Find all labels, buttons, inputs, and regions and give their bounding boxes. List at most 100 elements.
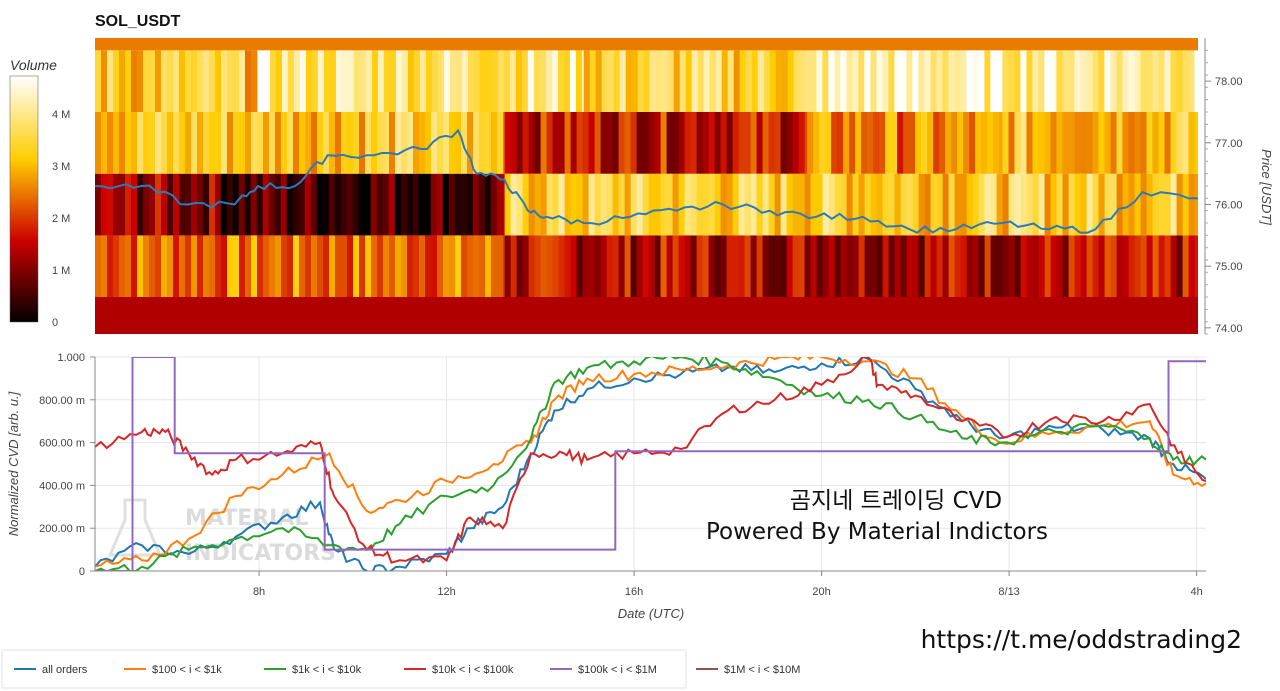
heatmap-cell <box>341 235 348 297</box>
heatmap-cell <box>1098 50 1105 112</box>
heatmap-cell <box>1182 50 1189 112</box>
heatmap-cell <box>413 297 420 334</box>
heatmap-cell <box>383 112 390 174</box>
heatmap-cell <box>1080 112 1088 174</box>
heatmap-cell <box>912 50 919 112</box>
heatmap-cell <box>1044 235 1052 297</box>
heatmap-cell <box>1002 50 1009 112</box>
heatmap-cell <box>689 38 696 51</box>
heatmap-cell <box>1146 235 1154 297</box>
heatmap-cell <box>503 38 510 51</box>
heatmap-cell <box>732 173 740 236</box>
heatmap-cell <box>965 297 972 334</box>
telegram-url[interactable]: https://t.me/oddstrading2 <box>921 625 1242 654</box>
legend-entry-label[interactable]: $1k < i < $10k <box>292 664 362 676</box>
heatmap-cell <box>828 50 835 112</box>
heatmap-cell <box>185 50 192 112</box>
heatmap-cell <box>774 235 782 297</box>
heatmap-cell <box>725 38 732 51</box>
heatmap-cell <box>757 50 765 112</box>
heatmap-cell <box>143 173 150 236</box>
heatmap-cell <box>1104 112 1112 174</box>
heatmap-cell <box>149 173 156 236</box>
price-axis-ticks: 74.00 75.00 76.00 77.00 78.00 <box>1205 49 1243 335</box>
heatmap-cell <box>540 235 548 297</box>
heatmap-cell <box>749 297 756 334</box>
heatmap-cell <box>606 235 614 297</box>
heatmap-cell <box>335 235 342 297</box>
heatmap-cell <box>1151 297 1158 334</box>
heatmap-cell <box>209 38 216 51</box>
heatmap-cell <box>262 173 270 236</box>
heatmap-cell <box>909 112 916 174</box>
heatmap-cell <box>1002 235 1010 297</box>
heatmap-cell <box>1049 297 1056 334</box>
heatmap-cell <box>197 50 204 112</box>
heatmap-cell <box>813 112 820 174</box>
heatmap-cell <box>323 297 330 334</box>
heatmap-cell <box>1140 235 1148 297</box>
heatmap-cell <box>678 112 686 174</box>
cvd-x-axis-label: Date (UTC) <box>618 606 684 621</box>
heatmap-cell <box>713 38 720 51</box>
heatmap-cell <box>936 50 943 112</box>
heatmap-cell <box>876 50 883 112</box>
heatmap-cell <box>683 38 690 51</box>
heatmap-cell <box>1194 112 1198 174</box>
heatmap-cell <box>473 235 480 297</box>
heatmap-cell <box>317 297 324 334</box>
heatmap-cell <box>761 297 768 334</box>
heatmap-cell <box>839 38 846 51</box>
colorbar-tick-label: 3 M <box>52 161 70 173</box>
heatmap-cell <box>425 235 432 297</box>
heatmap-cell <box>455 297 462 334</box>
heatmap-cell <box>977 297 984 334</box>
heatmap-cell <box>1110 173 1118 236</box>
heatmap-cell <box>552 173 560 236</box>
heatmap-cell <box>689 297 696 334</box>
heatmap-cell <box>497 50 505 112</box>
heatmap-cell <box>1170 50 1177 112</box>
heatmap-cell <box>101 50 108 112</box>
heatmap-cell <box>101 38 108 51</box>
heatmap-cell <box>954 50 961 112</box>
heatmap-cell <box>191 50 198 112</box>
heatmap-cell <box>1128 112 1136 174</box>
heatmap-cell <box>412 173 420 236</box>
legend-entry-label[interactable]: $100k < i < $1M <box>578 664 657 676</box>
heatmap-cell <box>143 38 150 51</box>
legend-entry-label[interactable]: $100 < i < $1k <box>152 664 222 676</box>
heatmap-cell <box>335 38 342 51</box>
heatmap-cell <box>563 297 570 334</box>
legend-entry-label[interactable]: all orders <box>42 664 88 676</box>
heatmap-cell <box>959 297 966 334</box>
heatmap-cell <box>714 173 722 236</box>
heatmap-cell <box>843 112 850 174</box>
heatmap-cell <box>915 112 922 174</box>
heatmap-cell <box>443 50 451 112</box>
heatmap-cell <box>654 235 662 297</box>
heatmap-cell <box>1164 235 1172 297</box>
heatmap-cell <box>185 38 192 51</box>
heatmap-cell <box>600 112 608 174</box>
legend-entry-label[interactable]: $1M < i < $10M <box>724 664 800 676</box>
heatmap-cell <box>1146 50 1153 112</box>
heatmap-cell <box>383 50 391 112</box>
heatmap-cell <box>581 297 588 334</box>
heatmap-cell <box>425 50 433 112</box>
heatmap-cell <box>491 50 499 112</box>
heatmap-cell <box>491 112 498 174</box>
heatmap-cell <box>906 173 914 236</box>
legend-entry-label[interactable]: $10k < i < $100k <box>432 664 514 676</box>
heatmap-cell <box>948 235 956 297</box>
heatmap-cell <box>960 235 968 297</box>
heatmap-cell <box>893 38 900 51</box>
heatmap-cell <box>709 50 717 112</box>
heatmap-cell <box>713 297 720 334</box>
heatmap-cell <box>329 235 336 297</box>
heatmap-cell <box>607 50 615 112</box>
heatmap-cell <box>275 112 282 174</box>
heatmap-cell <box>509 297 516 334</box>
heatmap-cell <box>401 112 408 174</box>
heatmap-cell <box>1073 297 1080 334</box>
